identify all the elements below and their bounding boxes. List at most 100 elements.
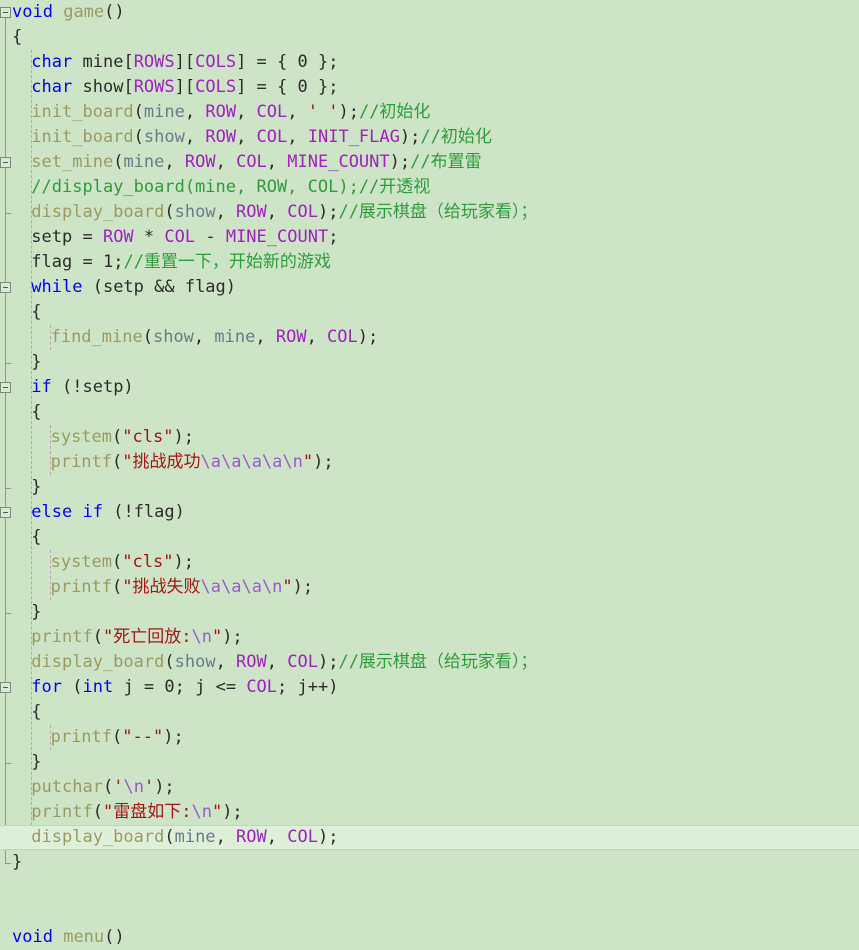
code-token-pln: ); [317, 827, 339, 847]
code-line-current[interactable]: display_board(mine, ROW, COL); [0, 825, 859, 850]
code-token-pln: - [195, 227, 226, 247]
code-token-str: ' [143, 777, 155, 797]
code-token-mac: ROWS [133, 52, 175, 72]
code-line[interactable]: printf("雷盘如下:\n"); [0, 800, 859, 825]
code-token-pln: ( [164, 827, 175, 847]
code-token-cmt: //display_board(mine, ROW, COL);//开透视 [31, 177, 431, 197]
code-token-pln: , [215, 152, 237, 172]
code-line[interactable]: } [0, 350, 859, 375]
code-line[interactable]: flag = 1;//重置一下，开始新的游戏 [0, 250, 859, 275]
code-token-pln: ] = { [236, 77, 298, 97]
code-token-mac: COL [256, 102, 288, 122]
code-token-var: mine [174, 827, 216, 847]
code-token-pln: , [215, 202, 237, 222]
code-line[interactable]: setp = ROW * COL - MINE_COUNT; [0, 225, 859, 250]
code-line[interactable]: void game() [0, 0, 859, 25]
code-token-pln: ( [92, 627, 103, 647]
code-line[interactable]: char show[ROWS][COLS] = { 0 }; [0, 75, 859, 100]
code-token-mac: MINE_COUNT [287, 152, 390, 172]
code-token-pln: } [31, 752, 42, 772]
code-token-pln: j = [113, 677, 165, 697]
code-line[interactable]: printf("死亡回放:\n"); [0, 625, 859, 650]
code-line[interactable]: printf("挑战成功\a\a\a\a\n"); [0, 450, 859, 475]
code-token-pln: ); [313, 452, 334, 472]
code-line[interactable]: system("cls"); [0, 550, 859, 575]
code-line[interactable]: init_board(mine, ROW, COL, ' ');//初始化 [0, 100, 859, 125]
code-line[interactable]: while (setp && flag) [0, 275, 859, 300]
code-line[interactable]: { [0, 400, 859, 425]
code-token-str: "挑战成功 [122, 452, 201, 472]
code-token-num: 0 [164, 677, 175, 697]
code-token-fn: display_board [31, 652, 165, 672]
code-line[interactable]: set_mine(mine, ROW, COL, MINE_COUNT);//布… [0, 150, 859, 175]
code-token-pln: ); [292, 577, 314, 597]
code-token-kw: if [82, 502, 103, 522]
code-line[interactable]: } [0, 850, 859, 875]
code-token-str: " [211, 802, 223, 822]
code-line[interactable]: } [0, 600, 859, 625]
code-token-pln: () [104, 927, 125, 947]
code-token-pln: , [215, 827, 237, 847]
code-token-pln: , [266, 652, 288, 672]
code-line[interactable]: } [0, 750, 859, 775]
code-token-pln: ][ [174, 52, 196, 72]
code-token-pln: ( [112, 552, 123, 572]
code-token-pln: { [31, 527, 42, 547]
code-token-pln: , [164, 152, 185, 172]
code-token-pln: } [31, 602, 42, 622]
code-token-kw: int [82, 677, 114, 697]
code-token-fn: game [63, 2, 105, 22]
code-token-pln: ); [399, 127, 421, 147]
code-token-str: " [211, 627, 223, 647]
code-token-pln [53, 2, 63, 22]
code-line[interactable]: { [0, 700, 859, 725]
code-token-pln: ); [163, 727, 184, 747]
code-line[interactable]: //display_board(mine, ROW, COL);//开透视 [0, 175, 859, 200]
code-token-mac: COL [287, 652, 318, 672]
code-token-pln: { [12, 27, 23, 47]
code-line[interactable]: printf("挑战失败\a\a\a\n"); [0, 575, 859, 600]
code-token-pln: }; [307, 52, 339, 72]
code-lines-container[interactable]: void game(){char mine[ROWS][COLS] = { 0 … [0, 0, 859, 947]
code-line[interactable]: } [0, 475, 859, 500]
code-token-mac: COL [164, 227, 196, 247]
code-token-pln: , [287, 127, 308, 147]
code-editor-surface[interactable]: void game(){char mine[ROWS][COLS] = { 0 … [0, 0, 859, 947]
code-token-mac: COLS [195, 77, 237, 97]
code-token-pln: , [266, 152, 288, 172]
code-line[interactable]: putchar('\n'); [0, 775, 859, 800]
code-line[interactable] [0, 900, 859, 925]
code-token-pln: ( [92, 802, 103, 822]
code-line[interactable]: display_board(show, ROW, COL);//展示棋盘（给玩家… [0, 200, 859, 225]
code-token-pln: ; [328, 227, 339, 247]
code-token-pln: [ [123, 52, 134, 72]
code-token-pln: ); [222, 802, 243, 822]
code-token-var: show [152, 327, 194, 347]
code-line[interactable]: display_board(show, ROW, COL);//展示棋盘（给玩家… [0, 650, 859, 675]
code-token-esc: \n [191, 802, 212, 822]
code-token-pln: } [31, 477, 42, 497]
code-line[interactable]: init_board(show, ROW, COL, INIT_FLAG);//… [0, 125, 859, 150]
code-token-pln: , [193, 327, 215, 347]
code-line[interactable]: system("cls"); [0, 425, 859, 450]
code-line[interactable] [0, 875, 859, 900]
code-line[interactable]: { [0, 300, 859, 325]
code-token-mac: ROW [236, 827, 267, 847]
code-line[interactable]: printf("--"); [0, 725, 859, 750]
code-line[interactable]: find_mine(show, mine, ROW, COL); [0, 325, 859, 350]
code-line[interactable]: { [0, 25, 859, 50]
code-token-pln: , [184, 102, 206, 122]
code-token-mac: ROW [275, 327, 307, 347]
code-line[interactable]: { [0, 525, 859, 550]
code-line[interactable]: else if (!flag) [0, 500, 859, 525]
code-token-pln: ( [164, 202, 175, 222]
code-line[interactable]: for (int j = 0; j <= COL; j++) [0, 675, 859, 700]
code-line[interactable]: if (!setp) [0, 375, 859, 400]
code-token-mac: ROW [236, 652, 267, 672]
code-token-pln: mine [72, 52, 124, 72]
code-token-pln: ( [112, 577, 123, 597]
code-line[interactable]: char mine[ROWS][COLS] = { 0 }; [0, 50, 859, 75]
code-token-kw: void [12, 2, 53, 22]
code-token-str: ' [113, 777, 124, 797]
code-token-esc: \a\a\a\n [200, 577, 283, 597]
